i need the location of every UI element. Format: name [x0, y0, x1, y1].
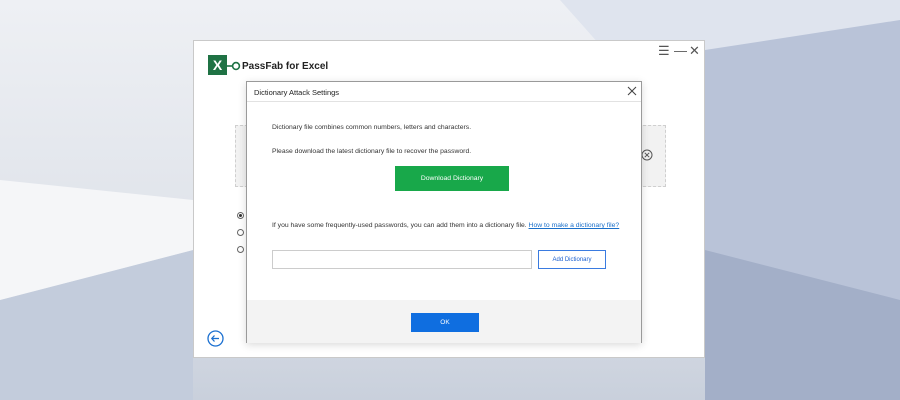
key-icon	[225, 61, 241, 71]
dictionary-path-input[interactable]	[272, 250, 532, 269]
custom-dictionary-info: If you have some frequently-used passwor…	[272, 222, 622, 231]
dialog-title-divider	[247, 101, 641, 102]
how-to-make-dictionary-link[interactable]: How to make a dictionary file?	[529, 222, 620, 229]
minimize-button[interactable]: —	[674, 44, 687, 58]
dialog-footer: OK	[247, 300, 641, 343]
dictionary-description: Dictionary file combines common numbers,…	[272, 124, 472, 131]
back-arrow-icon[interactable]	[207, 330, 224, 347]
ok-button[interactable]: OK	[411, 313, 479, 332]
attack-mode-radio[interactable]	[237, 212, 244, 219]
add-dictionary-button[interactable]: Add Dictionary	[538, 250, 606, 269]
logo-letter: X	[212, 57, 223, 73]
download-hint: Please download the latest dictionary fi…	[272, 148, 472, 155]
attack-mode-radio[interactable]	[237, 246, 244, 253]
clear-circle-icon[interactable]	[641, 149, 653, 161]
menu-button[interactable]: ☰	[658, 44, 670, 58]
download-dictionary-button[interactable]: Download Dictionary	[395, 166, 509, 191]
attack-mode-radio[interactable]	[237, 229, 244, 236]
app-title: PassFab for Excel	[242, 61, 329, 72]
close-button[interactable]: ✕	[689, 44, 700, 58]
close-icon[interactable]	[626, 85, 638, 97]
custom-dictionary-text: If you have some frequently-used passwor…	[272, 222, 527, 229]
dialog-title: Dictionary Attack Settings	[254, 88, 340, 97]
dictionary-attack-dialog: Dictionary Attack Settings Dictionary fi…	[246, 81, 642, 343]
